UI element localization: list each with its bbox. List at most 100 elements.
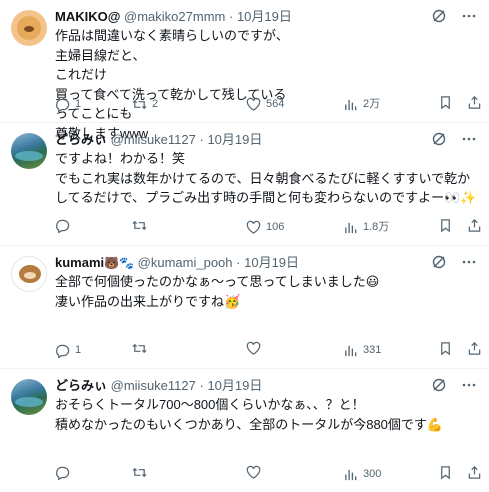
reply-feed: MAKIKO@ @makiko27mmm · 10月19日 作品は間違いなく素晴…	[0, 0, 489, 492]
share-icon	[468, 342, 481, 355]
avatar[interactable]	[11, 256, 47, 292]
share-icon	[468, 96, 481, 109]
tweet-text: 全部で何個使ったのかなぁ〜って思ってしまいました😃 凄い作品の出来上がりですね🥳	[55, 274, 380, 309]
timestamp[interactable]: 10月19日	[244, 255, 299, 270]
more-icon[interactable]	[461, 377, 477, 393]
like-count: 106	[266, 221, 285, 233]
views-icon	[345, 99, 357, 110]
like-button[interactable]: 564	[246, 95, 284, 113]
handle[interactable]: @miisuke1127	[111, 132, 196, 147]
display-name[interactable]: MAKIKO@	[55, 9, 120, 24]
reply-icon	[56, 344, 70, 358]
share-button[interactable]	[467, 341, 482, 356]
bookmark-icon	[441, 219, 450, 233]
heart-icon	[246, 341, 261, 355]
views-button[interactable]: 300	[343, 465, 381, 483]
heart-icon	[246, 465, 261, 479]
grok-icon[interactable]	[431, 254, 447, 270]
tweet-header: MAKIKO@ @makiko27mmm · 10月19日	[55, 9, 292, 24]
views-button[interactable]: 1.8万	[343, 218, 389, 236]
reply-button[interactable]	[55, 218, 75, 233]
display-name[interactable]: kumami	[55, 255, 104, 270]
timestamp[interactable]: 10月19日	[207, 378, 262, 393]
tweet[interactable]: MAKIKO@ @makiko27mmm · 10月19日 作品は間違いなく素晴…	[0, 0, 489, 141]
retweet-icon	[132, 99, 147, 109]
action-bar: 1 2 564 2万	[55, 95, 481, 113]
view-count: 1.8万	[363, 221, 390, 233]
like-button[interactable]	[246, 465, 266, 480]
handle[interactable]: @kumami_pooh	[138, 255, 233, 270]
reply-button[interactable]: 1	[55, 95, 81, 113]
like-count: 564	[266, 98, 285, 110]
bookmark-icon	[441, 466, 450, 480]
tweet-header: どらみぃ @miisuke1127 · 10月19日	[55, 378, 263, 393]
views-button[interactable]: 2万	[343, 95, 380, 113]
more-icon[interactable]	[461, 8, 477, 24]
avatar[interactable]	[11, 10, 47, 46]
view-count: 300	[363, 468, 382, 480]
header-actions	[431, 8, 477, 24]
action-bar: 106 1.8万	[55, 218, 481, 236]
timestamp[interactable]: 10月19日	[237, 9, 292, 24]
grok-icon[interactable]	[431, 377, 447, 393]
retweet-count: 2	[152, 98, 159, 110]
like-button[interactable]	[246, 341, 266, 356]
reply-count: 1	[75, 344, 82, 356]
bookmark-icon	[441, 96, 450, 110]
more-icon[interactable]	[461, 254, 477, 270]
retweet-icon	[132, 467, 147, 478]
grok-icon[interactable]	[431, 8, 447, 24]
reply-icon	[56, 219, 70, 233]
display-name[interactable]: どらみぃ	[55, 132, 107, 147]
grok-icon[interactable]	[431, 131, 447, 147]
more-icon[interactable]	[461, 131, 477, 147]
share-button[interactable]	[467, 95, 482, 110]
tweet[interactable]: kumami🐻🐾 @kumami_pooh · 10月19日 全部で何個使ったの…	[0, 246, 489, 369]
view-count: 331	[363, 344, 382, 356]
bookmark-icon	[441, 342, 450, 356]
display-name[interactable]: どらみぃ	[55, 378, 107, 393]
views-button[interactable]: 331	[343, 341, 381, 359]
retweet-button[interactable]	[132, 465, 152, 480]
timestamp[interactable]: 10月19日	[207, 132, 262, 147]
tweet[interactable]: どらみぃ @miisuke1127 · 10月19日 おそらくトータル700〜8…	[0, 369, 489, 492]
action-bar: 1 331	[55, 341, 481, 359]
reply-count: 1	[75, 98, 82, 110]
retweet-button[interactable]	[132, 341, 152, 356]
views-icon	[345, 345, 357, 356]
tweet-header: kumami🐻🐾 @kumami_pooh · 10月19日	[55, 255, 300, 270]
avatar[interactable]	[11, 133, 47, 169]
retweet-button[interactable]	[132, 218, 152, 233]
header-actions	[431, 131, 477, 147]
header-actions	[431, 254, 477, 270]
handle[interactable]: @makiko27mmm	[124, 9, 225, 24]
bookmark-button[interactable]	[438, 218, 453, 233]
like-button[interactable]: 106	[246, 218, 284, 236]
bookmark-button[interactable]	[438, 465, 453, 480]
bookmark-button[interactable]	[438, 341, 453, 356]
retweet-icon	[132, 220, 147, 231]
views-icon	[345, 222, 357, 233]
share-icon	[468, 466, 481, 479]
tweet-text: おそらくトータル700〜800個くらいかなぁ、、？と！ 積めなかったのもいくつか…	[55, 397, 444, 432]
tweet[interactable]: どらみぃ @miisuke1127 · 10月19日 ですよね！わかる！笑 でも…	[0, 123, 489, 246]
reply-button[interactable]	[55, 465, 75, 480]
bookmark-button[interactable]	[438, 95, 453, 110]
share-icon	[468, 219, 481, 232]
retweet-button[interactable]: 2	[132, 95, 158, 113]
retweet-icon	[132, 343, 147, 354]
heart-icon	[246, 97, 261, 111]
reply-icon	[56, 98, 70, 112]
tweet-text: ですよね！わかる！笑 でもこれ実は数年かけてるので、日々朝食べるたびに軽くすすい…	[55, 151, 477, 205]
action-bar: 300	[55, 465, 481, 483]
reply-icon	[56, 466, 70, 480]
share-button[interactable]	[467, 465, 482, 480]
view-count: 2万	[363, 98, 381, 110]
name-emoji: 🐻🐾	[104, 256, 135, 270]
tweet-header: どらみぃ @miisuke1127 · 10月19日	[55, 132, 263, 147]
views-icon	[345, 469, 357, 480]
avatar[interactable]	[11, 379, 47, 415]
share-button[interactable]	[467, 218, 482, 233]
reply-button[interactable]: 1	[55, 341, 81, 359]
handle[interactable]: @miisuke1127	[111, 378, 196, 393]
